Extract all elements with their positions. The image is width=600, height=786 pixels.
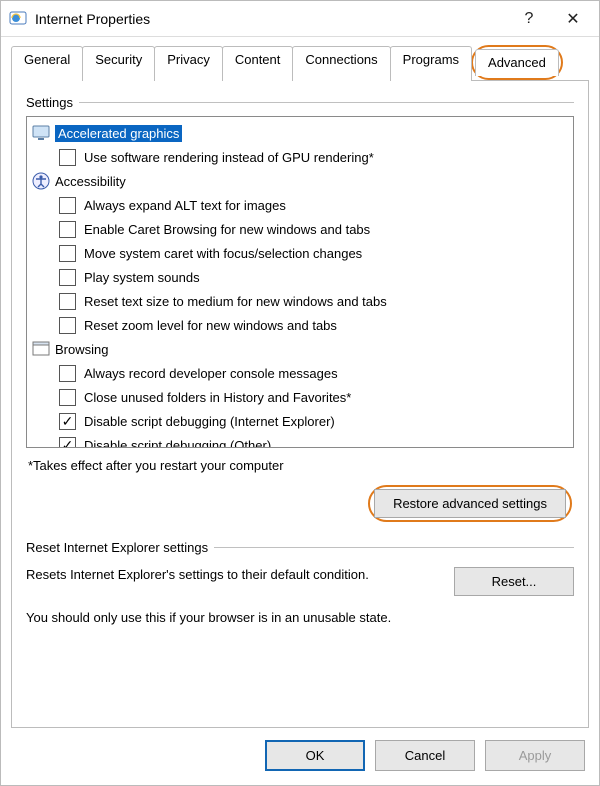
tree-item[interactable]: Enable Caret Browsing for new windows an… [29,217,571,241]
tree-item[interactable]: Reset zoom level for new windows and tab… [29,313,571,337]
tab-label: Privacy [167,52,210,67]
help-button[interactable]: ? [507,4,551,34]
tab-label: Content [235,52,281,67]
tree-item-label: Disable script debugging (Internet Explo… [84,414,335,429]
highlight-ring-restore-button: Restore advanced settings [368,485,572,522]
tab-advanced[interactable]: Advanced [475,49,559,76]
tree-item-label: Move system caret with focus/selection c… [84,246,362,261]
tree-category-label: Accessibility [55,174,126,189]
tree-item-label: Use software rendering instead of GPU re… [84,150,374,165]
settings-tree[interactable]: Accelerated graphics Use software renderi… [27,117,573,447]
reset-warning: You should only use this if your browser… [26,610,574,625]
tree-item-label: Play system sounds [84,270,200,285]
checkbox[interactable] [59,293,76,310]
tree-category[interactable]: Browsing [29,337,571,361]
tab-label: Advanced [488,55,546,70]
monitor-icon [31,123,51,143]
tab-connections[interactable]: Connections [292,46,390,81]
restart-footnote: *Takes effect after you restart your com… [28,458,574,473]
tab-security[interactable]: Security [82,46,155,81]
checkbox[interactable] [59,413,76,430]
dialog-button-bar: OK Cancel Apply [1,728,599,785]
app-icon [9,10,27,28]
tree-item-label: Always expand ALT text for images [84,198,286,213]
checkbox[interactable] [59,221,76,238]
highlight-ring-advanced-tab: Advanced [471,45,563,80]
tab-label: Security [95,52,142,67]
window-title: Internet Properties [35,11,507,27]
checkbox[interactable] [59,437,76,448]
settings-group: Settings Accelerated graphics Use softwar… [26,95,574,540]
groupbox-header-reset: Reset Internet Explorer settings [26,540,574,555]
tab-general[interactable]: General [11,46,83,81]
tree-item-label: Enable Caret Browsing for new windows an… [84,222,370,237]
checkbox[interactable] [59,269,76,286]
tab-privacy[interactable]: Privacy [154,46,223,81]
reset-group: Reset Internet Explorer settings Resets … [26,540,574,625]
tree-item[interactable]: Play system sounds [29,265,571,289]
tab-label: Programs [403,52,459,67]
tree-item[interactable]: Use software rendering instead of GPU re… [29,145,571,169]
checkbox[interactable] [59,317,76,334]
groupbox-rule [79,102,574,103]
tab-label: General [24,52,70,67]
tree-category-label: Browsing [55,342,108,357]
settings-tree-container: Accelerated graphics Use software renderi… [26,116,574,448]
tab-content[interactable]: Content [222,46,294,81]
tab-label: Connections [305,52,377,67]
tree-item-label: Close unused folders in History and Favo… [84,390,351,405]
reset-button[interactable]: Reset... [454,567,574,596]
tree-item[interactable]: Close unused folders in History and Favo… [29,385,571,409]
groupbox-rule [214,547,574,548]
tree-item[interactable]: Disable script debugging (Internet Explo… [29,409,571,433]
tab-panel-advanced: Settings Accelerated graphics Use softwar… [11,80,589,728]
groupbox-title: Reset Internet Explorer settings [26,540,208,555]
tab-programs[interactable]: Programs [390,46,472,81]
tabstrip: General Security Privacy Content Connect… [1,37,599,80]
checkbox[interactable] [59,197,76,214]
tree-item-label: Reset text size to medium for new window… [84,294,387,309]
accessibility-icon [31,171,51,191]
checkbox[interactable] [59,365,76,382]
tree-category[interactable]: Accelerated graphics [29,121,571,145]
checkbox[interactable] [59,245,76,262]
close-button[interactable]: ✕ [551,4,595,34]
tree-item-label: Disable script debugging (Other) [84,438,271,448]
window-icon [31,339,51,359]
reset-description: Resets Internet Explorer's settings to t… [26,567,442,582]
apply-button[interactable]: Apply [485,740,585,771]
groupbox-header-settings: Settings [26,95,574,110]
checkbox[interactable] [59,149,76,166]
ok-button[interactable]: OK [265,740,365,771]
tree-category[interactable]: Accessibility [29,169,571,193]
groupbox-title: Settings [26,95,73,110]
tree-item[interactable]: Move system caret with focus/selection c… [29,241,571,265]
tree-category-label: Accelerated graphics [55,125,182,142]
titlebar: Internet Properties ? ✕ [1,1,599,37]
tree-item-label: Always record developer console messages [84,366,338,381]
tree-item[interactable]: Reset text size to medium for new window… [29,289,571,313]
tree-item-label: Reset zoom level for new windows and tab… [84,318,337,333]
restore-advanced-settings-button[interactable]: Restore advanced settings [374,489,566,518]
tree-item[interactable]: Always expand ALT text for images [29,193,571,217]
tree-item[interactable]: Always record developer console messages [29,361,571,385]
tree-item[interactable]: Disable script debugging (Other) [29,433,571,447]
checkbox[interactable] [59,389,76,406]
cancel-button[interactable]: Cancel [375,740,475,771]
